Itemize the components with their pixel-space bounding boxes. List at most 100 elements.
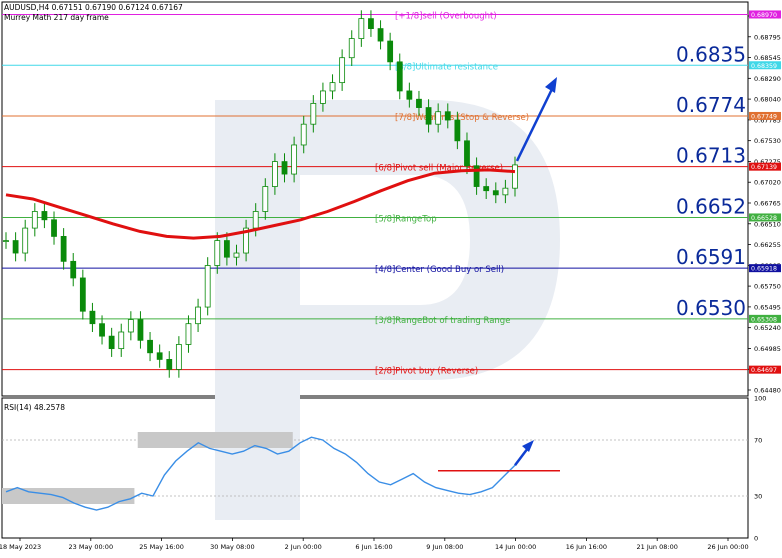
indicator-name: Murrey Math 217 day frame xyxy=(4,13,109,22)
candle-body xyxy=(377,28,384,42)
y-tick-label: 0.65495 xyxy=(754,303,781,311)
x-tick-label: 16 Jun 16:00 xyxy=(566,543,607,551)
candle-body xyxy=(492,190,499,196)
candle-body xyxy=(310,103,317,125)
y-tick-label: 0.67020 xyxy=(754,179,781,187)
x-tick-label: 14 Jun 00:00 xyxy=(495,543,536,551)
candle-body xyxy=(185,323,192,345)
candle-body xyxy=(147,339,153,354)
chart-root: 0.690550.687950.685450.682900.680400.677… xyxy=(0,0,782,554)
rsi-label: RSI(14) 48.2578 xyxy=(4,403,65,412)
big-level-label: 0.6652 xyxy=(676,194,746,218)
candle-body xyxy=(300,123,307,146)
x-tick-label: 26 Jun 00:00 xyxy=(707,543,748,551)
candle-body xyxy=(435,111,442,125)
murrey-level-label: [2/8]Pivot buy (Reverse) xyxy=(375,367,478,377)
candle-body xyxy=(108,335,115,350)
candle-body xyxy=(31,211,38,229)
candle-body xyxy=(387,40,394,63)
y-tick-label: 0.68290 xyxy=(754,75,781,83)
candle-body xyxy=(60,236,67,262)
candle-body xyxy=(291,144,298,175)
x-tick-label: 23 May 00:00 xyxy=(69,543,114,551)
x-tick-label: 6 Jun 16:00 xyxy=(355,543,392,551)
big-level-label: 0.6774 xyxy=(676,93,746,117)
candle-body xyxy=(339,57,346,84)
candle-body xyxy=(127,319,134,333)
y-tick-label: 0.68545 xyxy=(754,54,781,62)
candle-body xyxy=(214,240,221,266)
big-level-label: 0.6713 xyxy=(676,144,746,168)
candle-body xyxy=(358,18,365,39)
candle-body xyxy=(118,331,125,350)
rsi-tick-label: 70 xyxy=(754,437,762,445)
candle-body xyxy=(51,219,57,237)
candle-body xyxy=(70,260,77,279)
y-tick-label: 0.68040 xyxy=(754,96,781,104)
candle-body xyxy=(137,319,144,341)
candle-body xyxy=(12,240,19,254)
x-tick-label: 9 Jun 08:00 xyxy=(426,543,463,551)
candle-body xyxy=(483,186,490,192)
candle-body xyxy=(223,240,230,258)
candle-body xyxy=(454,119,461,142)
candle-body xyxy=(416,98,422,108)
candle-body xyxy=(89,310,96,325)
candle-body xyxy=(99,323,105,337)
candle-body xyxy=(195,306,201,325)
murrey-level-label: [5/8]RangeTop xyxy=(375,214,437,224)
candle-body xyxy=(281,161,288,175)
price-tag-label: 0.68359 xyxy=(751,63,777,70)
candle-body xyxy=(166,359,173,370)
murrey-level-label: [3/8]RangeBot of trading Range xyxy=(375,316,510,326)
candle-body xyxy=(262,186,269,212)
price-tag-label: 0.67139 xyxy=(751,164,777,171)
y-tick-label: 0.64480 xyxy=(754,387,781,395)
candle-body xyxy=(320,90,326,104)
rsi-tick-label: 100 xyxy=(754,395,766,403)
murrey-level-label: [7/8]Weak res (Stop & Reverse) xyxy=(395,113,529,123)
rsi-panel xyxy=(1,397,749,539)
y-tick-label: 0.68795 xyxy=(754,33,781,41)
candle-body xyxy=(329,82,336,92)
x-tick-label: 25 May 16:00 xyxy=(139,543,184,551)
symbol-line: AUDUSD,H4 0.67151 0.67190 0.67124 0.6716… xyxy=(4,3,183,12)
candle-body xyxy=(348,38,355,59)
candle-body xyxy=(425,107,432,125)
price-tag-label: 0.68970 xyxy=(751,12,777,19)
y-tick-label: 0.65750 xyxy=(754,283,781,291)
candle-body xyxy=(464,140,470,167)
murrey-level-label: [4/8]Center (Good Buy or Sell) xyxy=(375,265,504,275)
y-tick-label: 0.66255 xyxy=(754,241,781,249)
candle-body xyxy=(444,111,451,121)
x-tick-label: 2 Jun 00:00 xyxy=(285,543,322,551)
candle-body xyxy=(41,211,48,221)
candle-body xyxy=(156,352,163,360)
candle-body xyxy=(79,277,86,312)
murrey-level-label: [+1/8]sell (Overbought) xyxy=(395,11,497,21)
big-level-label: 0.6530 xyxy=(676,296,746,320)
rsi-tick-label: 30 xyxy=(754,493,762,501)
candle-body xyxy=(22,227,29,254)
price-tag-label: 0.65918 xyxy=(751,266,777,273)
rsi-zone-box xyxy=(2,488,135,504)
candle-body xyxy=(3,240,9,242)
candle-body xyxy=(233,252,240,258)
big-level-label: 0.6591 xyxy=(676,245,746,269)
rsi-zone-box xyxy=(137,432,293,448)
candle-body xyxy=(502,187,509,196)
candle-body xyxy=(252,211,259,229)
candle-body xyxy=(396,61,403,92)
big-level-label: 0.6835 xyxy=(676,42,746,66)
candle-body xyxy=(512,164,518,189)
candle-body xyxy=(406,90,413,100)
price-tag-label: 0.67749 xyxy=(751,113,777,120)
candle-body xyxy=(204,265,211,308)
y-tick-label: 0.65240 xyxy=(754,324,781,332)
candle-body xyxy=(175,344,182,370)
y-tick-label: 0.64985 xyxy=(754,345,781,353)
rsi-tick-label: 0 xyxy=(754,535,758,543)
chart-svg: 0.690550.687950.685450.682900.680400.677… xyxy=(0,1,781,551)
murrey-level-label: [8/8]Ultimate resistance xyxy=(395,62,498,72)
price-tag-label: 0.64697 xyxy=(751,367,777,374)
